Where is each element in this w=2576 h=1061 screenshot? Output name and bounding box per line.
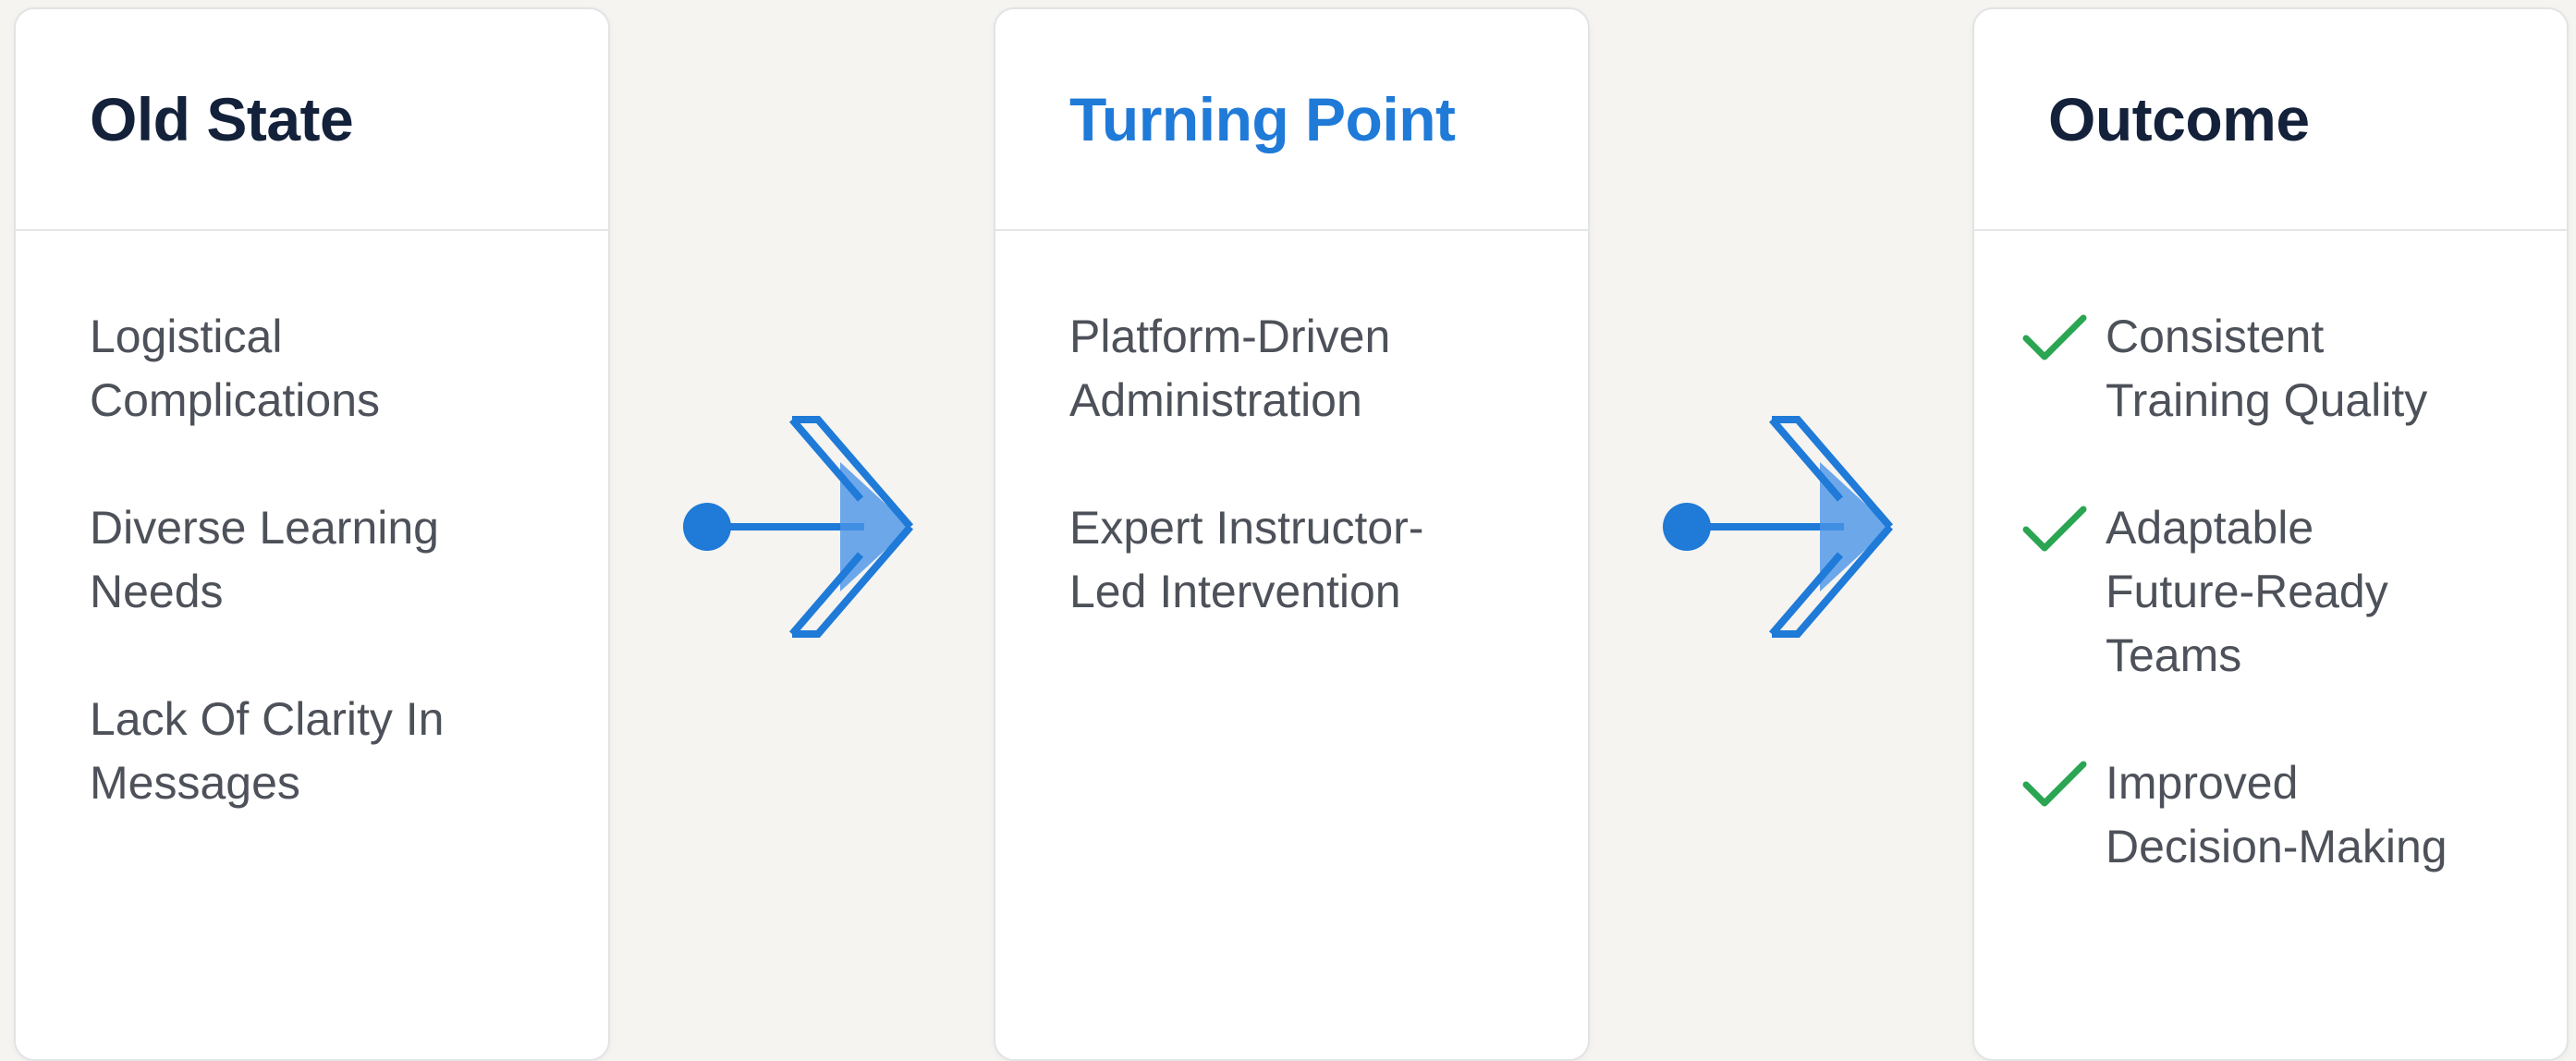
turning-point-item: Expert Instructor- Led Intervention (1069, 502, 1424, 617)
arrow-right-icon (683, 416, 914, 638)
check-icon (2022, 496, 2096, 560)
outcome-list: Consistent Training Quality Adaptable Fu… (1974, 231, 2567, 879)
outcome-item-row: Improved Decision-Making (2022, 751, 2530, 879)
turning-point-card: Turning Point Platform-Driven Administra… (994, 7, 1590, 1061)
outcome-item: Adaptable Future-Ready Teams (2106, 502, 2388, 681)
outcome-title: Outcome (2048, 85, 2310, 153)
outcome-item-row: Consistent Training Quality (2022, 305, 2530, 433)
turning-point-item: Platform-Driven Administration (1069, 311, 1391, 426)
old-state-item: Diverse Learning Needs (90, 502, 439, 617)
old-state-card: Old State Logistical Complications Diver… (14, 7, 610, 1061)
outcome-item: Improved Decision-Making (2106, 757, 2448, 872)
turning-point-header: Turning Point (995, 9, 1588, 231)
old-state-item: Lack Of Clarity In Messages (90, 693, 445, 809)
outcome-item: Consistent Training Quality (2106, 311, 2428, 426)
check-icon (2022, 751, 2096, 815)
outcome-item-row: Adaptable Future-Ready Teams (2022, 496, 2530, 688)
old-state-list: Logistical Complications Diverse Learnin… (16, 231, 608, 815)
old-state-title: Old State (90, 85, 354, 153)
arrow-right-icon (1663, 416, 1894, 638)
old-state-item: Logistical Complications (90, 311, 381, 426)
old-state-header: Old State (16, 9, 608, 231)
check-icon (2022, 305, 2096, 369)
outcome-header: Outcome (1974, 9, 2567, 231)
turning-point-list: Platform-Driven Administration Expert In… (995, 231, 1588, 624)
outcome-card: Outcome Consistent Training Quality Adap… (1972, 7, 2569, 1061)
turning-point-title: Turning Point (1069, 85, 1456, 153)
